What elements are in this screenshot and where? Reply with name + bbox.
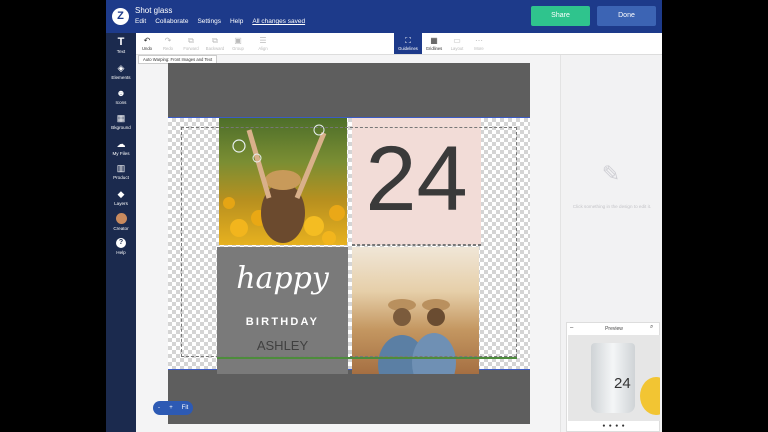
done-button[interactable]: Done — [597, 6, 656, 26]
text-icon: T — [117, 36, 125, 48]
sidebar-item-help[interactable]: ? Help — [106, 238, 136, 255]
safe-area-guide — [181, 127, 517, 357]
sidebar-item-label: Icons — [115, 100, 127, 105]
layout-button[interactable]: ▭ Layout — [446, 36, 468, 51]
help-icon: ? — [116, 238, 126, 248]
editor-toolbar: ↶ Undo ↷ Redo ⧉ Forward ⧉ Backward ▣ Gro… — [136, 33, 662, 55]
lemon-decoration — [640, 377, 660, 415]
top-header: Z Shot glass Edit Collaborate Settings H… — [106, 0, 662, 33]
backward-button[interactable]: ⧉ Backward — [204, 36, 226, 51]
bring-forward-icon: ⧉ — [188, 36, 194, 45]
menu-help[interactable]: Help — [230, 18, 243, 25]
toolbar-label: Undo — [141, 46, 152, 51]
toolbar-label: Layout — [450, 46, 464, 51]
sidebar-item-product[interactable]: ▥ Product — [106, 163, 136, 180]
alignment-guide — [217, 357, 517, 359]
align-button[interactable]: ☰ Align — [252, 36, 274, 51]
forward-button[interactable]: ⧉ Forward — [180, 36, 202, 51]
creator-avatar — [115, 213, 127, 224]
product-icon: ▥ — [116, 163, 126, 173]
toolbar-label: Gridlines — [425, 46, 443, 51]
properties-hint: Click something in the design to edit it… — [572, 204, 652, 209]
design-tools-icon: ✎ — [601, 161, 621, 186]
toolbar-label: Forward — [183, 46, 199, 51]
gridlines-button[interactable]: ▦ Gridlines — [422, 36, 446, 51]
magnify-icon[interactable]: ⌕ — [650, 324, 653, 331]
preview-number: 24 — [614, 375, 631, 392]
share-button[interactable]: Share — [531, 6, 590, 26]
toolbar-label: Backward — [205, 46, 225, 51]
sidebar-item-creator[interactable]: Creator — [106, 213, 136, 231]
sidebar-item-label: Bkground — [111, 125, 131, 130]
guidelines-button[interactable]: ⛶ Guidelines — [394, 33, 422, 54]
more-button[interactable]: ⋯ More — [468, 36, 490, 51]
send-backward-icon: ⧉ — [212, 36, 218, 45]
toolbar-label: More — [474, 46, 484, 51]
toolbar-label: Guidelines — [398, 46, 418, 51]
document-title[interactable]: Shot glass — [135, 6, 172, 15]
layout-icon: ▭ — [453, 36, 461, 45]
save-status-link[interactable]: All changes saved — [252, 18, 305, 25]
sidebar-item-label: My Files — [112, 151, 130, 156]
toolbar-label: Group — [232, 46, 244, 51]
zazzle-logo-icon[interactable]: Z — [112, 8, 129, 25]
menu-edit[interactable]: Edit — [135, 18, 146, 25]
redo-icon: ↷ — [164, 36, 172, 45]
sidebar-item-layers[interactable]: ◆ Layers — [106, 189, 136, 206]
preview-pagination[interactable]: ● ● ● ● — [567, 423, 661, 429]
menu-collaborate[interactable]: Collaborate — [155, 18, 188, 25]
preview-title: Preview — [605, 326, 623, 332]
background-icon: ▦ — [116, 113, 126, 123]
product-preview-image[interactable]: 24 — [568, 335, 660, 421]
undo-button[interactable]: ↶ Undo — [136, 36, 158, 51]
toolbar-label: Redo — [162, 46, 173, 51]
zoom-out-button[interactable]: - — [153, 401, 165, 415]
align-icon: ☰ — [259, 36, 267, 45]
sidebar-item-label: Text — [116, 49, 126, 54]
sidebar-item-my-files[interactable]: ☁ My Files — [106, 139, 136, 156]
sidebar-item-background[interactable]: ▦ Bkground — [106, 113, 136, 130]
zoom-control: - + Fit — [153, 401, 193, 415]
guidelines-icon: ⛶ — [405, 36, 411, 45]
sidebar-item-elements[interactable]: ◈ Elements — [106, 63, 136, 80]
sidebar-item-label: Product — [113, 175, 129, 180]
sidebar-item-label: Elements — [111, 75, 131, 80]
layers-icon: ◆ — [117, 189, 125, 199]
cloud-upload-icon: ☁ — [116, 139, 126, 149]
group-button[interactable]: ▣ Group — [227, 36, 249, 51]
zoom-fit-button[interactable]: Fit — [177, 401, 193, 415]
group-icon: ▣ — [234, 36, 242, 45]
sidebar-item-label: Help — [116, 250, 126, 255]
left-sidebar: T Text ◈ Elements ☻ Icons ▦ Bkground ☁ M… — [106, 33, 136, 432]
smiley-icon: ☻ — [116, 88, 126, 98]
more-icon: ⋯ — [475, 36, 483, 45]
sidebar-item-label: Layers — [114, 201, 128, 206]
toolbar-label: Align — [258, 46, 268, 51]
sidebar-item-label: Creator — [113, 226, 129, 231]
preview-panel: – Preview ⌕ 24 ● ● ● ● — [566, 322, 660, 432]
gridlines-icon: ▦ — [430, 36, 438, 45]
zoom-in-button[interactable]: + — [165, 401, 177, 415]
sidebar-item-icons[interactable]: ☻ Icons — [106, 88, 136, 105]
undo-icon: ↶ — [143, 36, 151, 45]
menu-bar: Edit Collaborate Settings Help All chang… — [135, 18, 305, 25]
menu-settings[interactable]: Settings — [197, 18, 221, 25]
sidebar-item-text[interactable]: T Text — [106, 36, 136, 55]
redo-button[interactable]: ↷ Redo — [157, 36, 179, 51]
elements-icon: ◈ — [117, 63, 125, 73]
